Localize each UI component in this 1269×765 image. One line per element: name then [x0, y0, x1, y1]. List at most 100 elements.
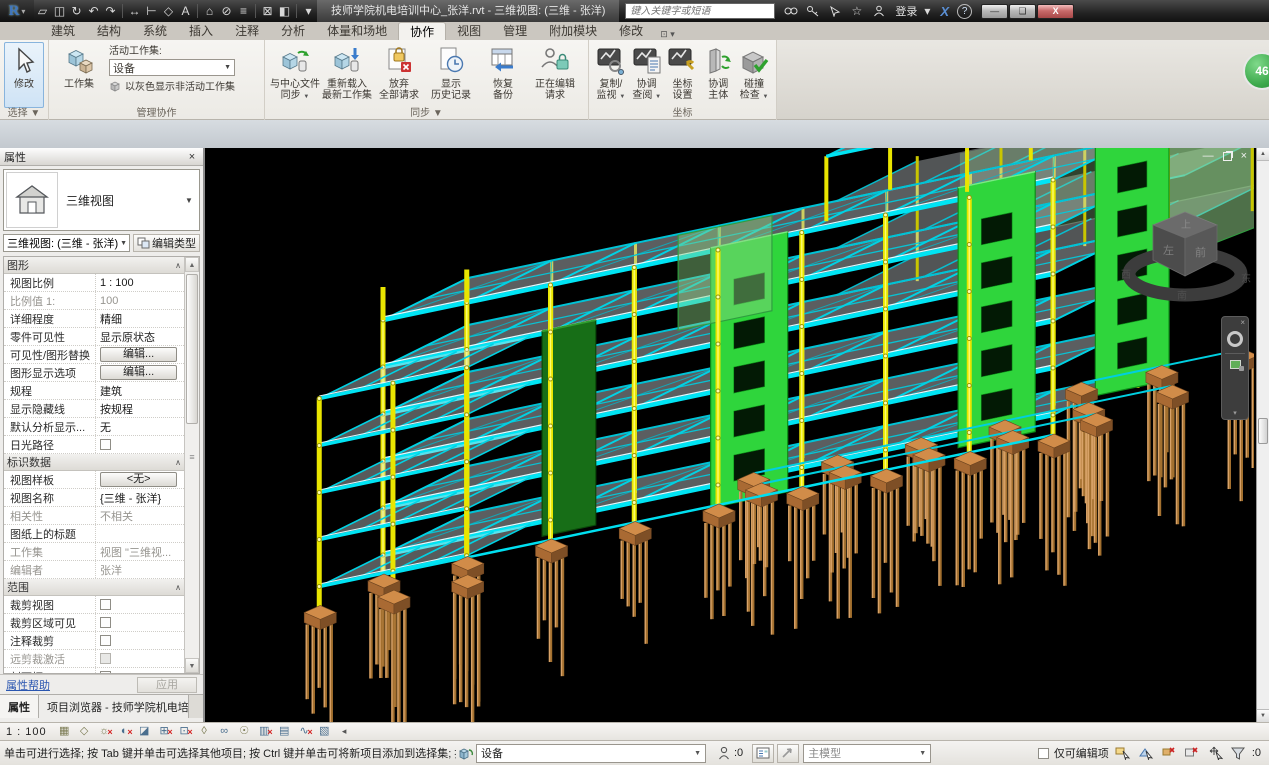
property-value[interactable]: 显示原状态: [96, 328, 184, 345]
property-value[interactable]: 无: [96, 418, 184, 435]
coordination-review-button[interactable]: 协调查阅 ▼: [629, 42, 665, 104]
editable-only-checkbox[interactable]: [1038, 748, 1049, 759]
property-edit-button[interactable]: <无>: [100, 472, 177, 487]
thin-lines-icon[interactable]: ≡: [235, 0, 252, 22]
property-checkbox[interactable]: [100, 599, 111, 610]
restore-button[interactable]: ❏: [1009, 4, 1036, 19]
property-value[interactable]: 1 : 100: [96, 274, 184, 291]
scroll-up-icon[interactable]: ▲: [1257, 148, 1269, 161]
ribbon-tab-协作[interactable]: 协作: [398, 22, 446, 40]
sun-path-icon[interactable]: ☼: [96, 724, 113, 739]
detail-level-icon[interactable]: ▦: [56, 724, 73, 739]
navbar-close-icon[interactable]: ×: [1240, 318, 1245, 327]
viewcube[interactable]: 西 南 东 上 左 前: [1105, 192, 1265, 317]
view-scale-button[interactable]: 1 : 100: [6, 726, 47, 738]
navigation-bar[interactable]: × ▾: [1221, 316, 1249, 420]
property-value[interactable]: 张洋: [96, 561, 184, 578]
property-value[interactable]: 按规程: [96, 400, 184, 417]
viewcube-west-label[interactable]: 西: [1121, 270, 1131, 281]
select-underlay-toggle-icon[interactable]: [1137, 745, 1155, 761]
property-edit-button[interactable]: 编辑...: [100, 347, 177, 362]
ribbon-tab-插入[interactable]: 插入: [178, 22, 224, 40]
drawing-area[interactable]: — × 西 南 东 上 左 前 × ▾: [205, 148, 1269, 722]
exchange-apps-icon[interactable]: X: [940, 4, 949, 19]
user-icon[interactable]: [871, 4, 886, 19]
sign-in-label[interactable]: 登录: [895, 3, 917, 19]
save-icon[interactable]: ◫: [51, 0, 68, 22]
reload-latest-button[interactable]: 重新载入最新工作集: [321, 42, 373, 104]
design-options-button[interactable]: [777, 744, 799, 763]
tab-project-browser[interactable]: 项目浏览器 - 技师学院机电培训...: [39, 695, 189, 718]
ribbon-tab-分析[interactable]: 分析: [270, 22, 316, 40]
active-workset-combobox[interactable]: 设备▼: [109, 59, 235, 76]
worksets-button[interactable]: 工作集: [53, 42, 105, 104]
property-checkbox[interactable]: [100, 617, 111, 628]
modify-button[interactable]: 修改: [4, 42, 44, 108]
ribbon-tab-修改[interactable]: 修改: [608, 22, 654, 40]
gray-inactive-worksets-toggle[interactable]: 以灰色显示非活动工作集: [109, 78, 235, 93]
property-checkbox[interactable]: [100, 635, 111, 646]
ribbon-tab-建筑[interactable]: 建筑: [40, 22, 86, 40]
shadows-icon[interactable]: ◐: [116, 724, 133, 739]
visual-style-icon[interactable]: ◇: [76, 724, 93, 739]
drag-elements-toggle-icon[interactable]: [1206, 745, 1224, 761]
analytical-model-icon[interactable]: ∿: [296, 724, 313, 739]
coordinate-settings-button[interactable]: 坐标设置: [665, 42, 701, 104]
view-minimize-icon[interactable]: —: [1203, 150, 1214, 162]
sync-icon[interactable]: ↻: [68, 0, 85, 22]
view-close-icon[interactable]: ×: [1241, 150, 1247, 162]
ribbon-tab-注释[interactable]: 注释: [224, 22, 270, 40]
restore-backup-button[interactable]: 恢复备份: [477, 42, 529, 104]
search-icon[interactable]: [783, 4, 798, 19]
property-grid-scrollbar[interactable]: ▲ ≡ ▼: [184, 257, 199, 673]
property-value[interactable]: 精细: [96, 310, 184, 327]
selection-filter-icon[interactable]: [1229, 745, 1247, 761]
property-section-图形[interactable]: 图形∧: [4, 257, 184, 274]
property-edit-button[interactable]: 编辑...: [100, 365, 177, 380]
viewcube-east-label[interactable]: 东: [1241, 272, 1251, 285]
copy-monitor-button[interactable]: 复制/监视 ▼: [593, 42, 629, 104]
reveal-hidden-elements-icon[interactable]: ☉: [236, 724, 253, 739]
measure-icon[interactable]: ↔: [126, 0, 143, 22]
temporary-hide-isolate-icon[interactable]: ∞: [216, 724, 233, 739]
ribbon-tab-体量和场地[interactable]: 体量和场地: [316, 22, 398, 40]
property-section-范围[interactable]: 范围∧: [4, 579, 184, 596]
help-icon[interactable]: ?: [957, 4, 972, 19]
tab-properties[interactable]: 属性: [0, 695, 39, 718]
properties-palette-header[interactable]: 属性 ×: [0, 148, 203, 166]
application-menu-button[interactable]: R▾: [0, 0, 34, 22]
worksharing-display-button[interactable]: [752, 744, 774, 763]
viewcube-top-label[interactable]: 上: [1181, 219, 1191, 231]
close-hidden-windows-icon[interactable]: ⊠: [259, 0, 276, 22]
scrollbar-grip[interactable]: ≡: [187, 452, 197, 462]
navbar-more-icon[interactable]: ▾: [1233, 409, 1237, 419]
coordination-host-button[interactable]: 协调主体: [700, 42, 736, 104]
type-selector-dropdown-icon[interactable]: ▼: [185, 196, 199, 205]
editing-requests-icon[interactable]: [714, 744, 734, 762]
property-value[interactable]: 100: [96, 292, 184, 309]
switch-windows-icon[interactable]: ◧: [276, 0, 293, 22]
ribbon-tab-附加模块[interactable]: 附加模块: [538, 22, 608, 40]
canvas-scrollbar-thumb[interactable]: [1258, 418, 1268, 444]
viewcube-left-label[interactable]: 左: [1163, 244, 1174, 257]
customize-qat-icon[interactable]: ▾: [300, 0, 317, 22]
edit-type-button[interactable]: 编辑类型: [133, 234, 200, 252]
collapse-icon[interactable]: ◂: [336, 724, 353, 739]
instance-selector-combobox[interactable]: 三维视图: (三维 - 张洋)▼: [3, 234, 130, 252]
property-value[interactable]: {三维 - 张洋}: [96, 489, 184, 506]
crop-view-icon[interactable]: ⊞: [156, 724, 173, 739]
property-section-标识数据[interactable]: 标识数据∧: [4, 454, 184, 471]
subscription-key-icon[interactable]: [805, 4, 820, 19]
communication-center-icon[interactable]: [827, 4, 842, 19]
select-by-face-toggle-icon[interactable]: [1183, 745, 1201, 761]
show-history-button[interactable]: 显示历史记录: [425, 42, 477, 104]
unlocked-3d-view-icon[interactable]: ◊: [196, 724, 213, 739]
type-selector[interactable]: 三维视图 ▼: [3, 169, 200, 231]
property-checkbox[interactable]: [100, 653, 111, 664]
ribbon-tab-管理[interactable]: 管理: [492, 22, 538, 40]
text-icon[interactable]: A: [177, 0, 194, 22]
infocenter-search-input[interactable]: [625, 3, 775, 19]
close-button[interactable]: X: [1037, 4, 1074, 19]
property-value[interactable]: [96, 525, 184, 542]
tag-icon[interactable]: ◇: [160, 0, 177, 22]
